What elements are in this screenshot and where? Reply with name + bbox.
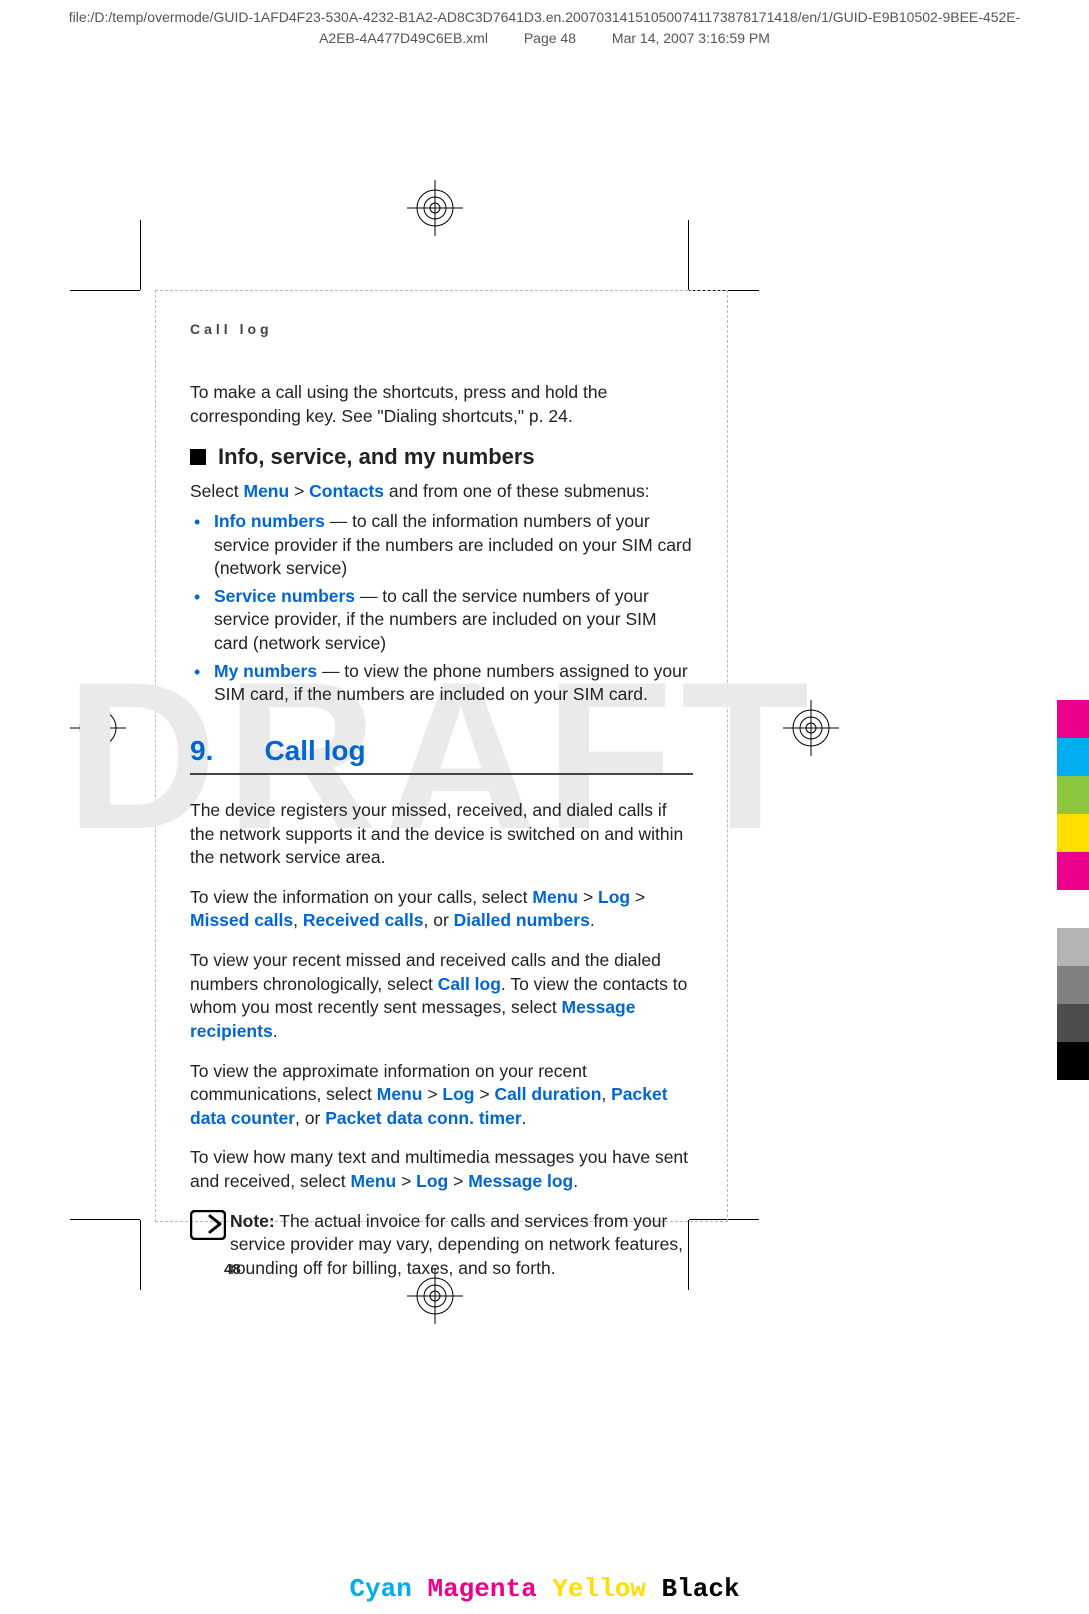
cyan-label: Cyan bbox=[349, 1574, 411, 1604]
cmyk-footer: Cyan Magenta Yellow Black bbox=[0, 1574, 1089, 1604]
crop-mark bbox=[140, 1220, 141, 1290]
packet-data-conn-timer-link: Packet data conn. timer bbox=[325, 1108, 521, 1128]
color-swatch bbox=[1057, 814, 1089, 852]
page-label: Page 48 bbox=[524, 30, 576, 46]
timestamp: Mar 14, 2007 3:16:59 PM bbox=[612, 30, 770, 46]
service-numbers-link: Service numbers bbox=[214, 586, 355, 606]
registration-mark-icon bbox=[407, 180, 463, 236]
message-log-link: Message log bbox=[468, 1171, 573, 1191]
registration-mark-icon bbox=[783, 700, 839, 756]
running-head: Call log bbox=[190, 321, 693, 337]
square-bullet-icon bbox=[190, 449, 206, 465]
color-swatch bbox=[1057, 966, 1089, 1004]
log-link: Log bbox=[416, 1171, 448, 1191]
crop-mark bbox=[70, 290, 140, 291]
call-log-link: Call log bbox=[438, 974, 501, 994]
registration-mark-icon bbox=[70, 700, 126, 756]
note-icon bbox=[190, 1210, 230, 1245]
info-numbers-link: Info numbers bbox=[214, 511, 325, 531]
my-numbers-link: My numbers bbox=[214, 661, 317, 681]
color-swatch bbox=[1057, 852, 1089, 890]
crop-mark bbox=[70, 1219, 140, 1220]
paragraph: To view the information on your calls, s… bbox=[190, 886, 693, 933]
contacts-link: Contacts bbox=[309, 481, 384, 501]
menu-link: Menu bbox=[532, 887, 578, 907]
crop-mark bbox=[140, 220, 141, 290]
note-label: Note: bbox=[230, 1211, 275, 1231]
section-heading: Info, service, and my numbers bbox=[190, 444, 693, 470]
call-duration-link: Call duration bbox=[494, 1084, 601, 1104]
color-swatch bbox=[1057, 1004, 1089, 1042]
color-bars bbox=[1057, 700, 1089, 1080]
menu-link: Menu bbox=[351, 1171, 397, 1191]
paragraph: To view how many text and multimedia mes… bbox=[190, 1146, 693, 1193]
section-lead: Select Menu > Contacts and from one of t… bbox=[190, 480, 693, 504]
paragraph: To view your recent missed and received … bbox=[190, 949, 693, 1044]
dialled-numbers-link: Dialled numbers bbox=[454, 910, 590, 930]
file-header: file:/D:/temp/overmode/GUID-1AFD4F23-530… bbox=[0, 8, 1089, 48]
black-label: Black bbox=[662, 1574, 740, 1604]
color-swatch bbox=[1057, 700, 1089, 738]
list-item: Info numbers — to call the information n… bbox=[190, 510, 693, 581]
chapter-number: 9. bbox=[190, 735, 260, 767]
received-calls-link: Received calls bbox=[303, 910, 424, 930]
color-swatch bbox=[1057, 738, 1089, 776]
list-item: My numbers — to view the phone numbers a… bbox=[190, 660, 693, 707]
color-swatch bbox=[1057, 776, 1089, 814]
list-item: Service numbers — to call the service nu… bbox=[190, 585, 693, 656]
magenta-label: Magenta bbox=[427, 1574, 536, 1604]
menu-link: Menu bbox=[377, 1084, 423, 1104]
log-link: Log bbox=[442, 1084, 474, 1104]
file-path-line2: A2EB-4A477D49C6EB.xml bbox=[319, 30, 488, 46]
chapter-title: Call log bbox=[264, 735, 365, 766]
page-content-frame: DRAFT Call log To make a call using the … bbox=[155, 290, 728, 1222]
page-number: 48 bbox=[224, 1261, 727, 1278]
menu-link: Menu bbox=[244, 481, 290, 501]
crop-mark bbox=[688, 220, 689, 290]
paragraph: To view the approximate information on y… bbox=[190, 1060, 693, 1131]
color-swatch bbox=[1057, 928, 1089, 966]
intro-paragraph: To make a call using the shortcuts, pres… bbox=[190, 381, 693, 428]
section-heading-text: Info, service, and my numbers bbox=[218, 444, 535, 470]
color-swatch bbox=[1057, 890, 1089, 928]
log-link: Log bbox=[598, 887, 630, 907]
submenu-list: Info numbers — to call the information n… bbox=[190, 510, 693, 707]
paragraph: The device registers your missed, receiv… bbox=[190, 799, 693, 870]
yellow-label: Yellow bbox=[552, 1574, 646, 1604]
chapter-heading: 9. Call log bbox=[190, 735, 693, 775]
file-path-line1: file:/D:/temp/overmode/GUID-1AFD4F23-530… bbox=[0, 8, 1089, 27]
missed-calls-link: Missed calls bbox=[190, 910, 293, 930]
color-swatch bbox=[1057, 1042, 1089, 1080]
